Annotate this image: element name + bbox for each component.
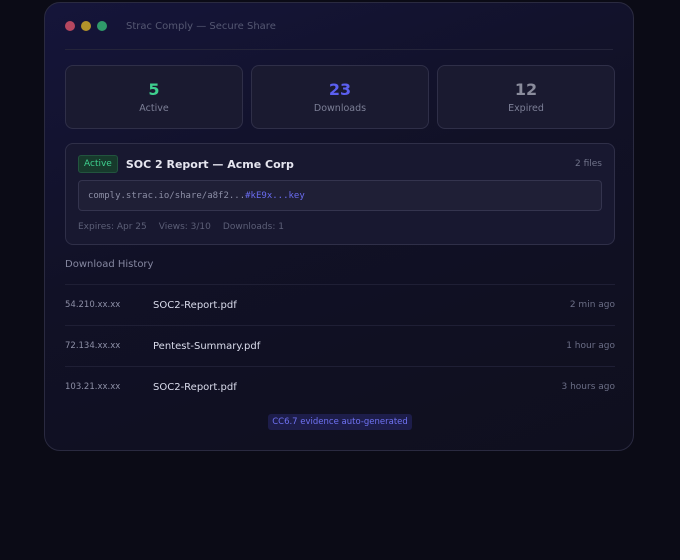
expires-text: Expires: Apr 25: [78, 222, 147, 232]
share-card[interactable]: Active SOC 2 Report — Acme Corp 2 files …: [65, 143, 615, 245]
stat-card-downloads: 23 Downloads: [251, 65, 429, 129]
close-window-button[interactable]: [65, 21, 75, 31]
title-bar: Strac Comply — Secure Share: [65, 3, 613, 50]
share-link-field[interactable]: comply.strac.io/share/a8f2... #kE9x...key: [78, 180, 602, 211]
history-ip: 72.134.xx.xx: [65, 341, 121, 351]
history-time: 3 hours ago: [561, 382, 616, 392]
status-badge: Active: [78, 155, 118, 173]
window-title: Strac Comply — Secure Share: [126, 20, 276, 32]
history-time: 1 hour ago: [566, 341, 615, 351]
stat-downloads-value: 23: [328, 80, 352, 99]
downloads-text: Downloads: 1: [222, 222, 284, 232]
stat-expired-label: Expired: [508, 103, 544, 114]
history-row[interactable]: 54.210.xx.xx SOC2-Report.pdf 2 min ago: [65, 284, 615, 325]
history-file: Pentest-Summary.pdf: [153, 340, 261, 352]
stat-downloads-label: Downloads: [313, 103, 367, 114]
share-link-key: #kE9x...key: [245, 190, 305, 201]
history-heading: Download History: [65, 259, 154, 270]
share-header: Active SOC 2 Report — Acme Corp 2 files: [78, 154, 602, 174]
stat-card-expired: 12 Expired: [437, 65, 615, 129]
stat-expired-value: 12: [514, 80, 538, 99]
history-file: SOC2-Report.pdf: [153, 299, 237, 311]
minimize-window-button[interactable]: [81, 21, 91, 31]
history-ip: 103.21.xx.xx: [65, 382, 121, 392]
evidence-badge: CC6.7 evidence auto-generated: [268, 414, 412, 430]
stat-card-active: 5 Active: [65, 65, 243, 129]
app-window: Strac Comply — Secure Share 5 Active 23 …: [44, 2, 634, 451]
stat-active-label: Active: [139, 103, 169, 114]
stat-active-value: 5: [148, 80, 160, 99]
share-link-prefix: comply.strac.io/share/a8f2...: [88, 190, 246, 201]
download-history-list: 54.210.xx.xx SOC2-Report.pdf 2 min ago 7…: [65, 284, 615, 407]
share-title: SOC 2 Report — Acme Corp: [125, 157, 294, 171]
views-text: Views: 3/10: [158, 222, 211, 232]
file-count: 2 files: [575, 159, 602, 169]
share-meta: Expires: Apr 25 Views: 3/10 Downloads: 1: [78, 222, 284, 232]
history-ip: 54.210.xx.xx: [65, 300, 121, 310]
history-row[interactable]: 72.134.xx.xx Pentest-Summary.pdf 1 hour …: [65, 325, 615, 366]
history-row[interactable]: 103.21.xx.xx SOC2-Report.pdf 3 hours ago: [65, 366, 615, 407]
stats-row: 5 Active 23 Downloads 12 Expired: [65, 65, 615, 129]
history-time: 2 min ago: [569, 300, 615, 310]
history-file: SOC2-Report.pdf: [153, 381, 237, 393]
maximize-window-button[interactable]: [97, 21, 107, 31]
